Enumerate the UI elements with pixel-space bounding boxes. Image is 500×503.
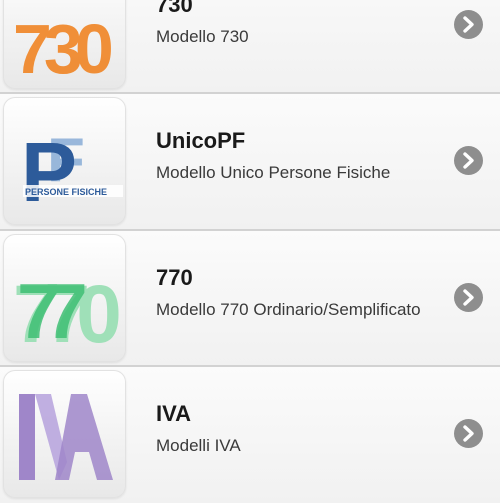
svg-text:P: P	[21, 125, 77, 219]
item-subtitle: Modello 730	[156, 27, 249, 46]
logo-730: 730	[3, 0, 126, 89]
svg-text:PERSONE FISICHE: PERSONE FISICHE	[25, 187, 107, 197]
chevron-right-icon[interactable]	[454, 146, 483, 175]
list-item-770[interactable]: 770 77 770 Modello 770 Ordinario/Semplif…	[0, 231, 500, 367]
chevron-right-icon[interactable]	[454, 10, 483, 39]
chevron-right-icon[interactable]	[454, 283, 483, 312]
list-item-unicopf[interactable]: F P PERSONE FISICHE UnicoPF Modello Unic…	[0, 94, 500, 231]
logo-iva	[3, 370, 126, 498]
item-subtitle: Modello 770 Ordinario/Semplificato	[156, 300, 421, 319]
item-title: UnicoPF	[156, 128, 246, 153]
svg-text:730: 730	[13, 10, 112, 88]
item-title: IVA	[156, 401, 192, 426]
item-subtitle: Modelli IVA	[156, 436, 241, 455]
list-item-iva[interactable]: IVA Modelli IVA	[0, 367, 500, 503]
logo-770: 770 77	[3, 234, 126, 362]
item-subtitle: Modello Unico Persone Fisiche	[156, 163, 391, 182]
logo-unicopf: F P PERSONE FISICHE	[3, 97, 126, 225]
list-item-730[interactable]: 730 730 Modello 730	[0, 0, 500, 94]
tax-forms-list: 730 730 Modello 730 F P PERSONE FISICHE …	[0, 0, 500, 503]
item-title: 730	[156, 0, 193, 17]
item-title: 770	[156, 265, 193, 290]
chevron-right-icon[interactable]	[454, 419, 483, 448]
